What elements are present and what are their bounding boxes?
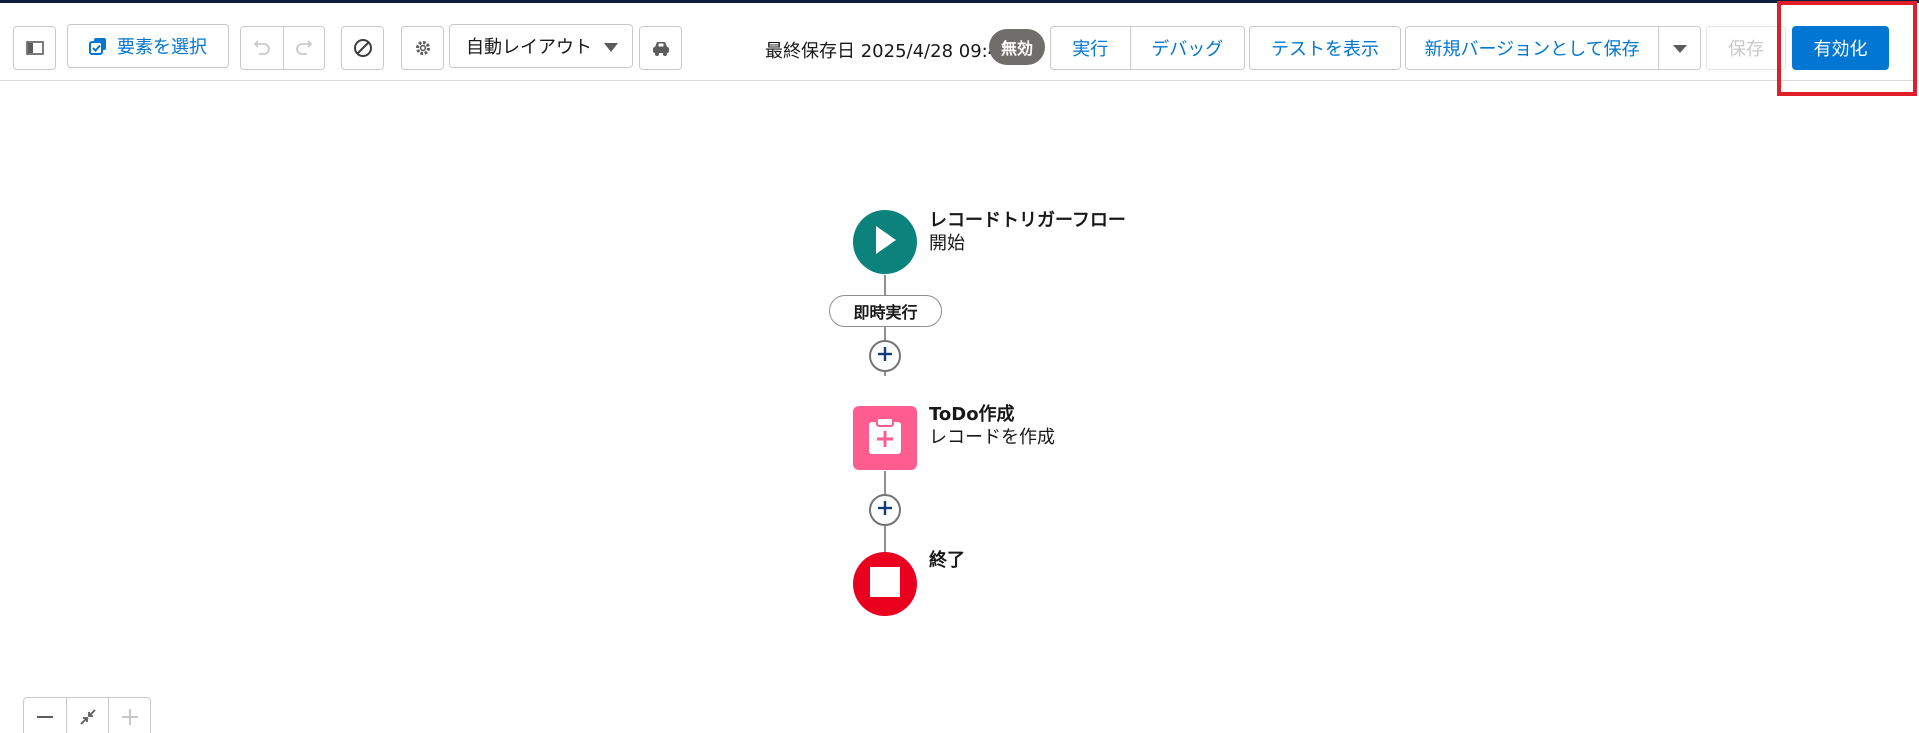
plus-icon: [121, 708, 139, 730]
undo-button[interactable]: [241, 27, 283, 69]
panel-toggle-icon: [25, 41, 44, 55]
flow-builder-toolbar: 要素を選択 自動レイアウト 最終保存日 2025/4/28 09:41 無効 実…: [0, 3, 1919, 81]
checkbox-stack-icon: [89, 37, 107, 55]
zoom-out-button[interactable]: [24, 698, 66, 733]
ban-icon: [353, 38, 373, 58]
toggle-panel-button[interactable]: [13, 26, 56, 70]
play-icon: [873, 225, 897, 259]
undo-icon: [253, 37, 271, 60]
minus-icon: [36, 708, 54, 730]
end-node[interactable]: [853, 552, 917, 616]
plus-icon: [876, 345, 894, 367]
gear-icon: [413, 38, 433, 58]
status-badge: 無効: [989, 29, 1045, 65]
save-options-dropdown[interactable]: [1658, 27, 1700, 69]
redo-button[interactable]: [282, 27, 325, 69]
redo-icon: [295, 37, 313, 60]
activate-button[interactable]: 有効化: [1792, 26, 1889, 70]
run-debug-group: 実行 デバッグ: [1050, 26, 1245, 70]
chevron-down-icon: [1672, 38, 1687, 59]
select-elements-button[interactable]: 要素を選択: [67, 24, 229, 68]
add-element-button[interactable]: [869, 494, 901, 526]
disable-button[interactable]: [341, 26, 384, 70]
end-node-title: 終了: [929, 550, 965, 571]
run-button[interactable]: 実行: [1051, 27, 1130, 69]
undo-redo-group: [240, 26, 325, 70]
chevron-down-icon: [604, 43, 618, 52]
fit-view-button[interactable]: [66, 698, 108, 733]
zoom-in-button[interactable]: [108, 698, 150, 733]
clipboard-plus-icon: [867, 416, 903, 460]
create-record-node[interactable]: [853, 406, 917, 470]
add-element-button[interactable]: [869, 340, 901, 372]
canvas-mode-button[interactable]: [639, 26, 682, 70]
start-node[interactable]: [853, 210, 917, 274]
zoom-controls: [23, 697, 151, 733]
collapse-icon: [79, 708, 97, 730]
save-button[interactable]: 保存: [1706, 26, 1786, 70]
layout-select[interactable]: 自動レイアウト: [449, 24, 633, 68]
path-label-pill[interactable]: 即時実行: [829, 295, 942, 327]
debug-button[interactable]: デバッグ: [1129, 27, 1244, 69]
stop-icon: [870, 567, 900, 601]
select-elements-label: 要素を選択: [117, 37, 207, 58]
create-record-node-subtitle: レコードを作成: [929, 427, 1055, 448]
car-icon: [651, 39, 671, 57]
settings-button[interactable]: [401, 26, 444, 70]
last-saved-info: 最終保存日 2025/4/28 09:41: [765, 41, 1011, 62]
plus-icon: [876, 499, 894, 521]
layout-select-value: 自動レイアウト: [466, 37, 592, 58]
view-tests-button[interactable]: テストを表示: [1249, 26, 1401, 70]
start-node-subtitle: 開始: [929, 233, 965, 254]
flow-canvas[interactable]: レコードトリガーフロー 開始 即時実行 ToDo作成 レコードを作成 終了: [0, 82, 1919, 733]
save-as-group: 新規バージョンとして保存: [1405, 26, 1701, 70]
save-as-new-version-button[interactable]: 新規バージョンとして保存: [1406, 27, 1658, 69]
